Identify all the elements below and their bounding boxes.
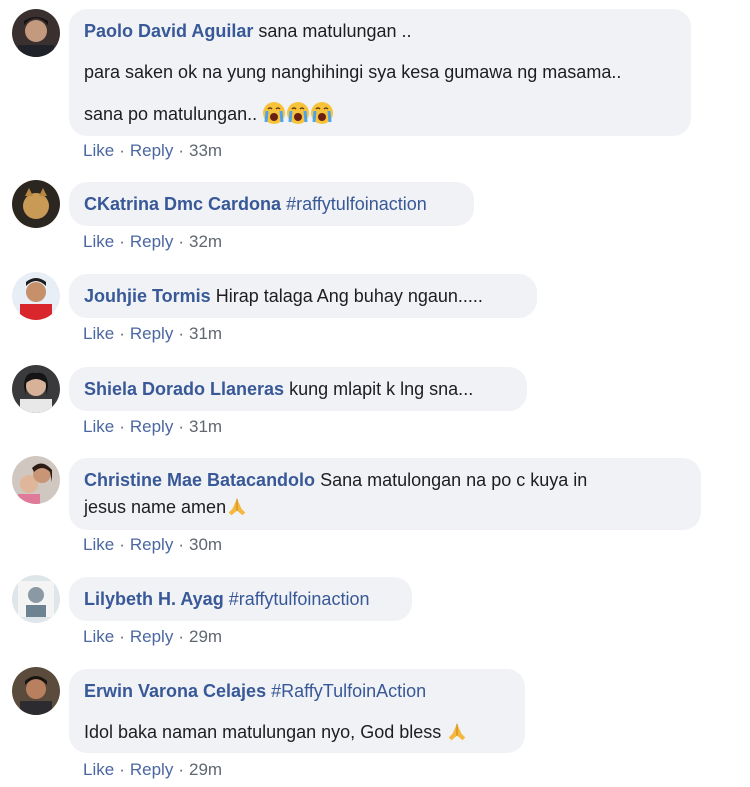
like-link[interactable]: Like — [83, 627, 114, 646]
comment-actions: Like · Reply · 29m — [83, 760, 223, 779]
crying-face-icon — [310, 101, 334, 131]
commenter-name[interactable]: Christine Mae Batacandolo — [84, 470, 315, 490]
commenter-name[interactable]: Erwin Varona Celajes — [84, 681, 266, 701]
commenter-name[interactable]: CKatrina Dmc Cardona — [84, 194, 281, 214]
reply-link[interactable]: Reply — [130, 232, 173, 251]
comment-timestamp[interactable]: 29m — [189, 627, 222, 646]
like-link[interactable]: Like — [83, 232, 114, 251]
comment-actions: Like · Reply · 31m — [83, 417, 223, 436]
reply-link[interactable]: Reply — [130, 324, 173, 343]
avatar[interactable] — [12, 667, 60, 715]
crying-face-icon — [262, 101, 286, 131]
reply-link[interactable]: Reply — [130, 417, 173, 436]
comment-bubble: CKatrina Dmc Cardona #raffytulfoinaction — [69, 182, 474, 226]
hashtag-link[interactable]: #RaffyTulfoinAction — [271, 681, 426, 701]
comment-timestamp[interactable]: 29m — [189, 760, 222, 779]
avatar[interactable] — [12, 9, 60, 57]
reply-link[interactable]: Reply — [130, 141, 173, 160]
comment-bubble: Shiela Dorado Llaneras kung mlapit k lng… — [69, 367, 527, 411]
comment-timestamp[interactable]: 31m — [189, 324, 222, 343]
comment-timestamp[interactable]: 31m — [189, 417, 222, 436]
comment-text: Idol baka naman matulungan nyo, God bles… — [84, 722, 442, 742]
comment-bubble: Jouhjie Tormis Hirap talaga Ang buhay ng… — [69, 274, 537, 318]
comment-text: kung mlapit k lng sna... — [289, 379, 474, 399]
avatar[interactable] — [12, 575, 60, 623]
like-link[interactable]: Like — [83, 324, 114, 343]
comment-actions: Like · Reply · 31m — [83, 324, 223, 343]
comment-bubble: Christine Mae Batacandolo Sana matulonga… — [69, 458, 701, 530]
folded-hands-icon — [446, 721, 468, 749]
like-link[interactable]: Like — [83, 760, 114, 779]
comment-bubble: Erwin Varona Celajes #RaffyTulfoinAction… — [69, 669, 525, 753]
hashtag-link[interactable]: #raffytulfoinaction — [286, 194, 427, 214]
reply-link[interactable]: Reply — [130, 627, 173, 646]
comment-text: Hirap talaga Ang buhay ngaun..... — [215, 286, 483, 306]
commenter-name[interactable]: Paolo David Aguilar — [84, 21, 253, 41]
comment-text: sana po matulungan.. — [84, 104, 258, 124]
comment-actions: Like · Reply · 33m — [83, 141, 223, 160]
hashtag-link[interactable]: #raffytulfoinaction — [229, 589, 370, 609]
comment-bubble: Paolo David Aguilar sana matulungan .. p… — [69, 9, 691, 136]
crying-face-icon — [286, 101, 310, 131]
commenter-name[interactable]: Jouhjie Tormis — [84, 286, 211, 306]
comment-text: Sana matulongan na po c kuya in — [320, 470, 588, 490]
like-link[interactable]: Like — [83, 535, 114, 554]
like-link[interactable]: Like — [83, 417, 114, 436]
comment-timestamp[interactable]: 32m — [189, 232, 222, 251]
comment-text: para saken ok na yung nanghihingi sya ke… — [84, 62, 622, 82]
comment-actions: Like · Reply · 32m — [83, 232, 223, 251]
avatar[interactable] — [12, 180, 60, 228]
reply-link[interactable]: Reply — [130, 760, 173, 779]
comment-text: jesus name amen — [84, 497, 227, 517]
comment-timestamp[interactable]: 33m — [189, 141, 222, 160]
comment-text: sana matulungan .. — [258, 21, 412, 41]
folded-hands-icon — [226, 496, 248, 524]
comment-bubble: Lilybeth H. Ayag #raffytulfoinaction — [69, 577, 412, 621]
avatar[interactable] — [12, 456, 60, 504]
commenter-name[interactable]: Lilybeth H. Ayag — [84, 589, 224, 609]
like-link[interactable]: Like — [83, 141, 114, 160]
avatar[interactable] — [12, 365, 60, 413]
reply-link[interactable]: Reply — [130, 535, 173, 554]
comment-actions: Like · Reply · 30m — [83, 535, 223, 554]
comment-timestamp[interactable]: 30m — [189, 535, 222, 554]
avatar[interactable] — [12, 272, 60, 320]
comment-actions: Like · Reply · 29m — [83, 627, 223, 646]
commenter-name[interactable]: Shiela Dorado Llaneras — [84, 379, 284, 399]
